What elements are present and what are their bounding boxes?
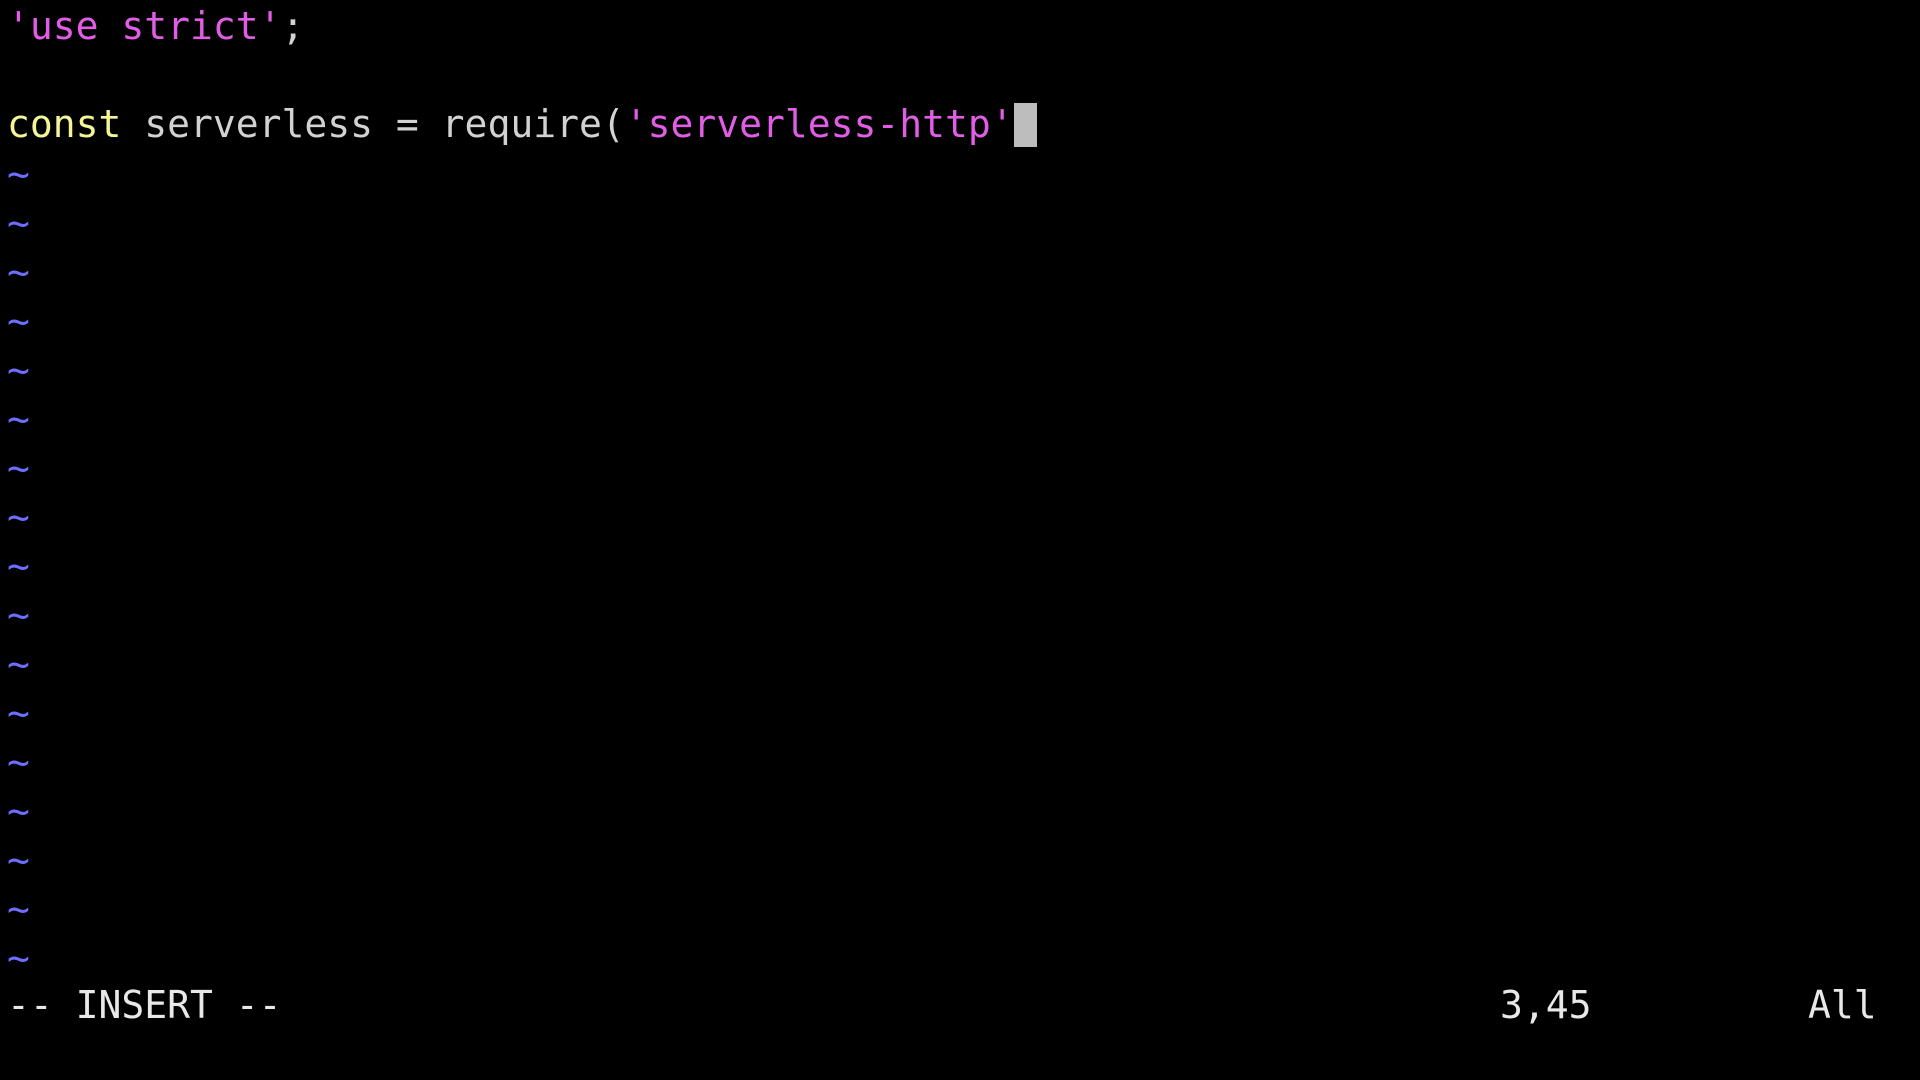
empty-line-tilde: ~ <box>7 250 30 294</box>
empty-line-tilde: ~ <box>7 691 30 735</box>
empty-line-tilde: ~ <box>7 838 30 882</box>
keyword: const <box>7 102 122 146</box>
empty-line-tilde: ~ <box>7 789 30 833</box>
empty-line-tilde: ~ <box>7 299 30 343</box>
string-literal: 'serverless-http' <box>624 102 1014 146</box>
empty-line-tilde: ~ <box>7 642 30 686</box>
empty-line-tilde: ~ <box>7 397 30 441</box>
vim-terminal-window[interactable]: 'use strict'; const serverless = require… <box>0 0 1920 1080</box>
empty-line-tilde: ~ <box>7 495 30 539</box>
empty-line-tilde: ~ <box>7 593 30 637</box>
empty-line-tilde: ~ <box>7 201 30 245</box>
code-line-1[interactable]: 'use strict'; <box>7 2 304 51</box>
empty-line-tilde: ~ <box>7 887 30 931</box>
empty-line-tilde: ~ <box>7 152 30 196</box>
scroll-position: All <box>1808 983 1877 1027</box>
empty-line-tilde: ~ <box>7 936 30 980</box>
cursor-position: 3,45 <box>1500 983 1592 1027</box>
mode-indicator: -- INSERT -- <box>7 983 282 1027</box>
empty-line-tilde: ~ <box>7 740 30 784</box>
empty-line-tilde: ~ <box>7 446 30 490</box>
code-text: serverless = require( <box>121 102 625 146</box>
empty-line-tilde: ~ <box>7 544 30 588</box>
code-line-3[interactable]: const serverless = require('serverless-h… <box>7 100 1037 149</box>
text-cursor <box>1013 102 1037 147</box>
semicolon: ; <box>281 4 305 48</box>
string-literal: 'use strict' <box>7 4 282 48</box>
empty-line-tilde: ~ <box>7 348 30 392</box>
